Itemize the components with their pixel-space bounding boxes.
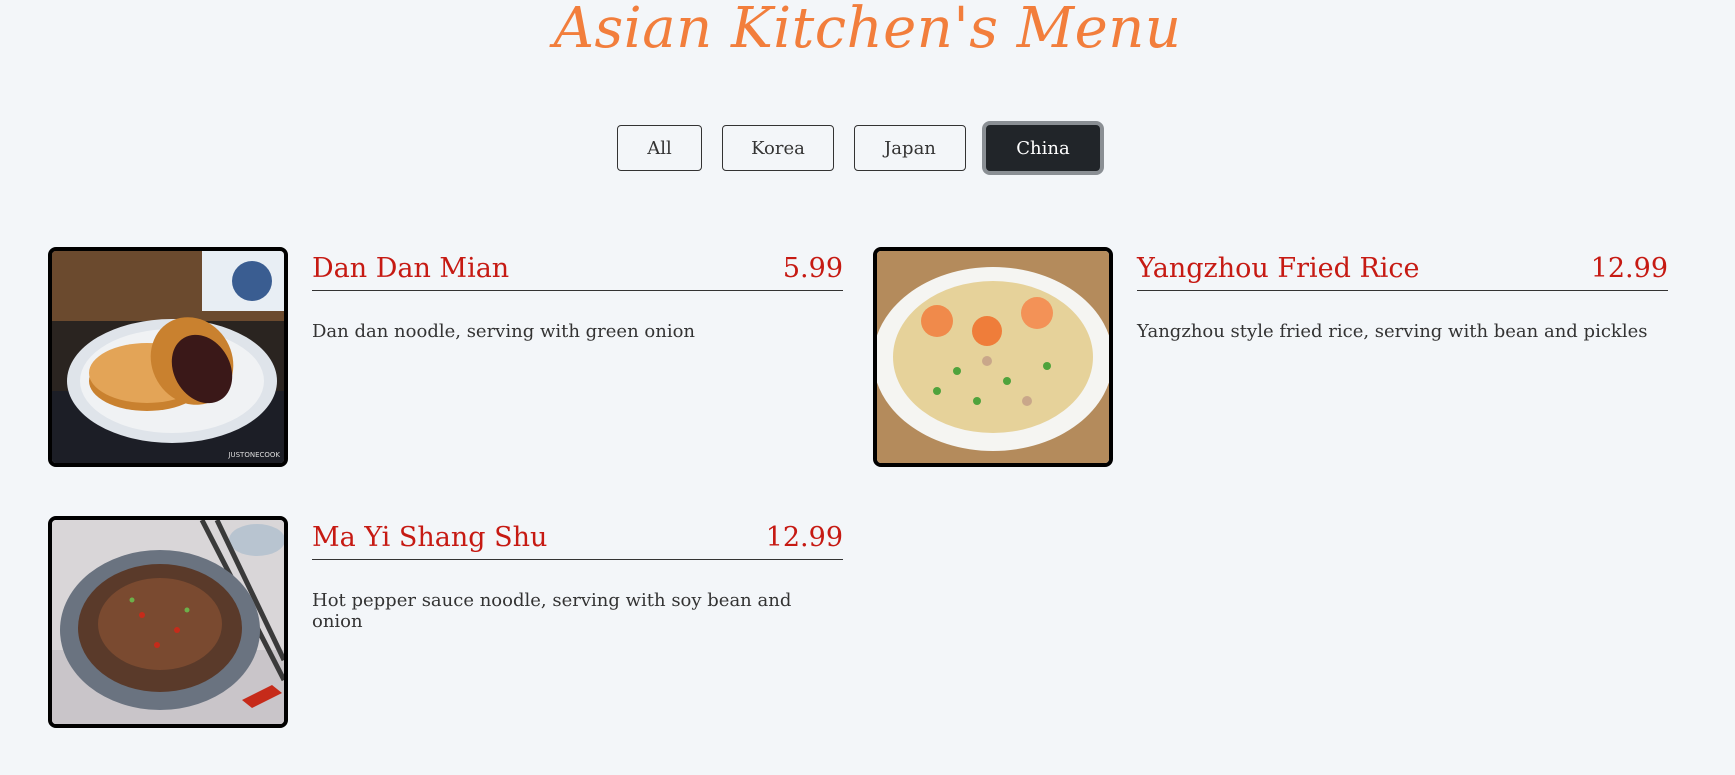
dan-dan-mian-image: JUSTONECOOK (52, 251, 284, 463)
menu-item-info: Yangzhou Fried Rice 12.99 Yangzhou style… (1137, 247, 1668, 342)
menu-item: Yangzhou Fried Rice 12.99 Yangzhou style… (873, 247, 1670, 467)
dish-photo-dan-dan-mian: JUSTONECOOK (48, 247, 288, 467)
filter-korea-button[interactable]: Korea (722, 125, 834, 171)
menu-item-description: Hot pepper sauce noodle, serving with so… (312, 590, 792, 632)
menu-item-name: Ma Yi Shang Shu (312, 522, 548, 553)
yangzhou-fried-rice-image (877, 251, 1109, 463)
page-title: Asian Kitchen's Menu (553, 0, 1182, 61)
category-filter-bar: All Korea Japan China (617, 125, 1100, 171)
dish-photo-ma-yi-shang-shu (48, 516, 288, 728)
menu-item-header: Yangzhou Fried Rice 12.99 (1137, 249, 1668, 291)
menu-item-name: Yangzhou Fried Rice (1137, 253, 1420, 284)
menu-item: Ma Yi Shang Shu 12.99 Hot pepper sauce n… (48, 516, 845, 736)
dish-photo-yangzhou-fried-rice (873, 247, 1113, 467)
menu-item-info: Ma Yi Shang Shu 12.99 Hot pepper sauce n… (312, 516, 843, 632)
filter-china-button[interactable]: China (986, 125, 1100, 171)
filter-all-button[interactable]: All (617, 125, 702, 171)
menu-item-price: 5.99 (782, 253, 843, 284)
menu-item-price: 12.99 (1590, 253, 1668, 284)
photo-watermark: JUSTONECOOK (227, 451, 280, 459)
menu-item-price: 12.99 (765, 522, 843, 553)
menu-item-description: Yangzhou style fried rice, serving with … (1137, 321, 1648, 342)
ma-yi-shang-shu-image (52, 520, 284, 724)
filter-japan-button[interactable]: Japan (854, 125, 966, 171)
menu-item-description: Dan dan noodle, serving with green onion (312, 321, 696, 342)
menu-item-info: Dan Dan Mian 5.99 Dan dan noodle, servin… (312, 247, 843, 342)
menu-item-header: Dan Dan Mian 5.99 (312, 249, 843, 291)
menu-item-header: Ma Yi Shang Shu 12.99 (312, 518, 843, 560)
menu-item: JUSTONECOOK Dan Dan Mian 5.99 Dan dan no… (48, 247, 845, 467)
menu-item-name: Dan Dan Mian (312, 253, 510, 284)
